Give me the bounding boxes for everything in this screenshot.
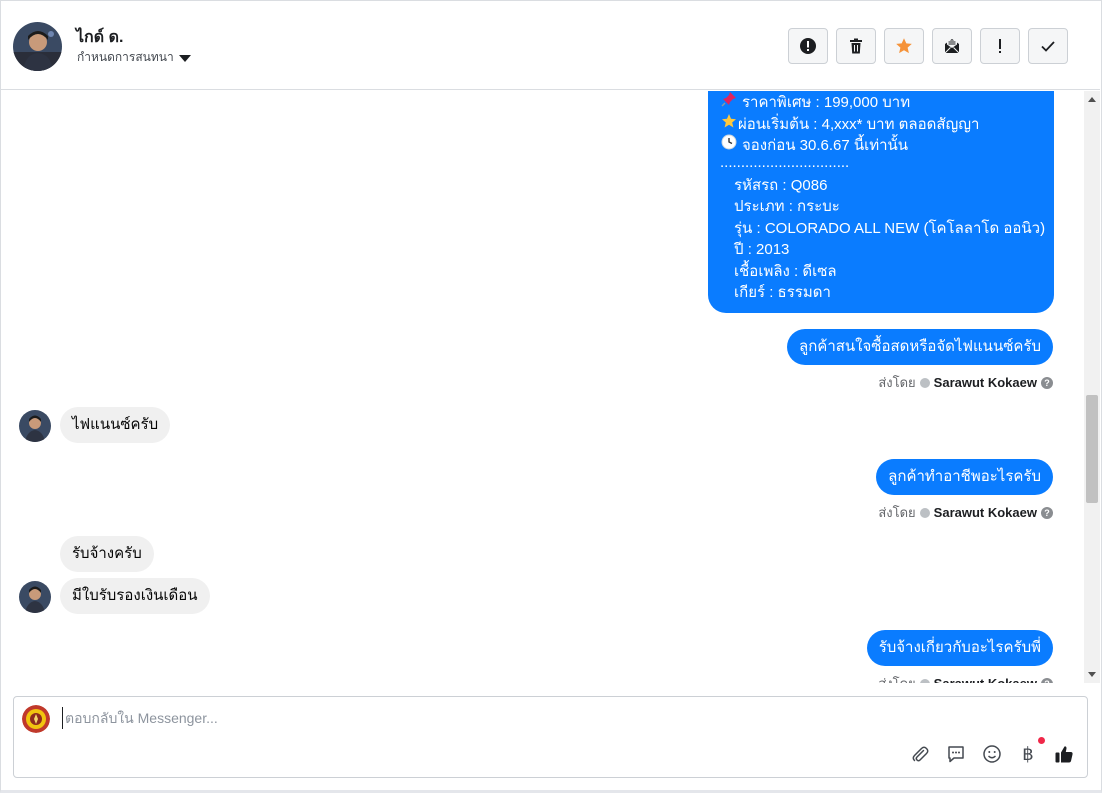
mark-done-button[interactable]	[1028, 28, 1068, 64]
scroll-up-arrow-icon[interactable]	[1088, 97, 1096, 102]
baht-icon: ฿	[1022, 743, 1034, 765]
delete-button[interactable]	[836, 28, 876, 64]
assign-conversation-dropdown[interactable]: กำหนดการสนทนา	[77, 48, 191, 67]
conversation-actions	[788, 28, 1068, 64]
reply-composer: ฿	[13, 696, 1088, 778]
mark-unread-button[interactable]	[932, 28, 972, 64]
smiley-icon	[983, 745, 1001, 763]
page-avatar	[22, 705, 50, 733]
thread-scrollbar[interactable]	[1084, 91, 1100, 683]
scroll-down-arrow-icon[interactable]	[1088, 672, 1096, 677]
page-badge-icon	[919, 507, 930, 518]
sent-by-info: ส่งโดย Sarawut Kokaew ?	[878, 372, 1053, 393]
product-line: รหัสรถ : Q086	[734, 176, 828, 194]
payment-button[interactable]: ฿	[1017, 737, 1045, 765]
page-badge-icon	[919, 377, 930, 388]
saved-replies-button[interactable]	[945, 743, 967, 765]
scroll-thumb[interactable]	[1086, 395, 1098, 503]
attach-button[interactable]	[909, 743, 931, 765]
sender-name[interactable]: Sarawut Kokaew	[934, 375, 1037, 390]
star-emoji-icon	[720, 113, 738, 136]
sent-by-info: ส่งโดย Sarawut Kokaew ?	[878, 502, 1053, 523]
sent-by-info: ส่งโดย Sarawut Kokaew ?	[878, 673, 1053, 683]
outgoing-message[interactable]: รับจ้างเกี่ยวกับอะไรครับพี่	[866, 630, 1053, 666]
help-icon[interactable]: ?	[1041, 376, 1053, 389]
follow-up-button[interactable]	[980, 28, 1020, 64]
product-line: ราคาพิเศษ : 199,000 บาท	[720, 91, 1042, 113]
reply-input[interactable]	[62, 707, 962, 729]
sender-name[interactable]: Sarawut Kokaew	[934, 505, 1037, 520]
incoming-message[interactable]: รับจ้างครับ	[60, 536, 154, 572]
alert-circle-icon	[800, 38, 816, 54]
star-icon	[896, 38, 912, 54]
help-icon[interactable]: ?	[1041, 506, 1053, 519]
emoji-button[interactable]	[981, 743, 1003, 765]
product-line: ปี : 2013	[734, 241, 790, 258]
pushpin-icon	[720, 91, 738, 114]
product-line: รุ่น : COLORADO ALL NEW (โคโลลาโด ออนิว)	[734, 219, 1046, 237]
star-button[interactable]	[884, 28, 924, 64]
product-info-message: ราคาพิเศษ : 199,000 บาท ผ่อนเริ่มต้น : 4…	[708, 91, 1054, 313]
contact-avatar[interactable]	[13, 22, 62, 71]
help-icon[interactable]: ?	[1041, 677, 1053, 683]
product-line: ประเภท : กระบะ	[734, 198, 840, 215]
checkmark-icon	[1041, 41, 1055, 52]
contact-avatar-small[interactable]	[19, 581, 51, 613]
like-button[interactable]	[1053, 743, 1075, 765]
caret-down-icon	[178, 54, 191, 62]
contact-avatar-small[interactable]	[19, 410, 51, 442]
contact-name[interactable]: ไกด์ ด.	[76, 25, 123, 50]
sender-name[interactable]: Sarawut Kokaew	[934, 676, 1037, 683]
incoming-message[interactable]: มีใบรับรองเงินเดือน	[60, 578, 210, 614]
assign-conversation-label: กำหนดการสนทนา	[77, 50, 174, 64]
product-line: ...............................	[720, 153, 850, 171]
product-line: จองก่อน 30.6.67 นี้เท่านั้น	[720, 134, 1042, 156]
chat-bubble-icon	[948, 746, 964, 763]
outgoing-message[interactable]: ลูกค้าทำอาชีพอะไรครับ	[876, 459, 1053, 495]
conversation-header: ไกด์ ด. กำหนดการสนทนา	[1, 1, 1100, 90]
envelope-open-icon	[944, 39, 960, 54]
paperclip-icon	[912, 746, 929, 762]
outgoing-message[interactable]: ลูกค้าสนใจซื้อสดหรือจัดไฟแนนซ์ครับ	[787, 329, 1053, 365]
thumbs-up-icon	[1055, 746, 1073, 763]
page-badge-icon	[919, 678, 930, 683]
incoming-message[interactable]: ไฟแนนซ์ครับ	[60, 407, 171, 443]
product-line: เกียร์ : ธรรมดา	[734, 284, 831, 301]
message-thread[interactable]: ราคาพิเศษ : 199,000 บาท ผ่อนเริ่มต้น : 4…	[1, 91, 1084, 683]
trash-icon	[850, 38, 862, 54]
mark-spam-button[interactable]	[788, 28, 828, 64]
product-line: เชื้อเพลิง : ดีเซล	[734, 262, 837, 280]
notification-dot	[1038, 737, 1045, 744]
product-line: ผ่อนเริ่มต้น : 4,xxx* บาท ตลอดสัญญา	[720, 113, 1042, 135]
composer-tools: ฿	[909, 737, 1075, 765]
exclamation-icon	[999, 39, 1001, 53]
